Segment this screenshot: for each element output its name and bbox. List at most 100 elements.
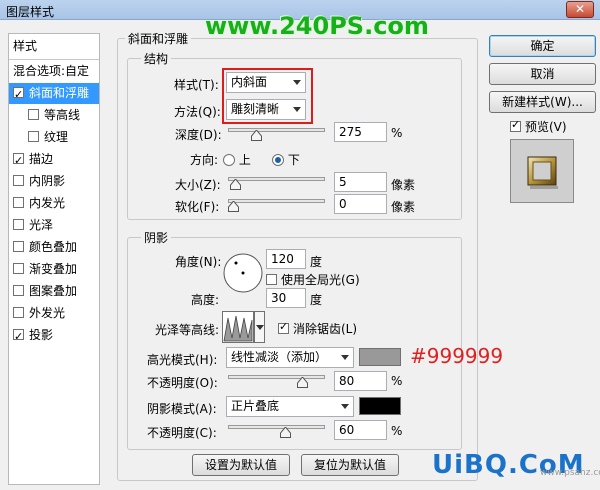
style-item[interactable]: 纹理: [9, 127, 99, 148]
direction-up-label: 上: [238, 153, 251, 167]
technique-select[interactable]: 雕刻清晰: [226, 99, 306, 120]
chevron-down-icon: [293, 107, 301, 112]
angle-field[interactable]: 120: [266, 249, 306, 269]
divider: [9, 59, 99, 60]
antialias-option[interactable]: 消除锯齿(L): [278, 320, 357, 337]
chevron-down-icon: [293, 80, 301, 85]
shadow-opacity-unit: %: [391, 424, 403, 438]
window-title: 图层样式: [6, 5, 55, 19]
direction-up-radio[interactable]: [223, 154, 235, 166]
direction-down-label: 下: [287, 153, 300, 167]
shadow-opacity-field[interactable]: 60: [334, 420, 387, 440]
watermark-text: www.240PS.com: [205, 12, 429, 40]
preview-checkbox[interactable]: [510, 118, 521, 132]
highlight-opacity-slider[interactable]: [228, 375, 325, 379]
style-item-checkbox[interactable]: [28, 109, 39, 120]
size-slider-thumb[interactable]: [229, 179, 241, 190]
style-item[interactable]: 斜面和浮雕: [9, 83, 99, 105]
style-item-label: 外发光: [29, 306, 66, 320]
style-item-checkbox[interactable]: [13, 307, 24, 318]
style-item[interactable]: 投影: [9, 325, 99, 347]
style-item-checkbox[interactable]: [13, 241, 24, 252]
style-item[interactable]: 等高线: [9, 105, 99, 126]
shadow-opacity-slider[interactable]: [228, 425, 325, 429]
style-item-checkbox[interactable]: [13, 326, 24, 347]
global-light-checkbox[interactable]: [266, 274, 277, 285]
new-style-button[interactable]: 新建样式(W)...: [489, 91, 596, 113]
soften-field[interactable]: 0: [334, 194, 387, 214]
style-item-checkbox[interactable]: [13, 263, 24, 274]
style-item[interactable]: 颜色叠加: [9, 237, 99, 258]
style-item-label: 投影: [29, 328, 54, 342]
highlight-mode-label: 高光模式(H):: [147, 353, 218, 367]
direction-up-option[interactable]: 上: [223, 151, 251, 168]
style-item-checkbox[interactable]: [13, 285, 24, 296]
contour-curve-icon: [223, 315, 253, 342]
styles-header[interactable]: 样式: [9, 36, 99, 57]
depth-unit: %: [391, 126, 403, 140]
altitude-label: 高度:: [191, 293, 220, 307]
ok-button[interactable]: 确定: [489, 35, 596, 57]
chevron-down-icon: [341, 355, 349, 360]
size-field[interactable]: 5: [334, 172, 387, 192]
technique-label: 方法(Q):: [174, 105, 221, 119]
gloss-contour-picker[interactable]: [222, 311, 254, 343]
style-item-checkbox[interactable]: [13, 219, 24, 230]
shadow-opacity-thumb[interactable]: [279, 427, 291, 438]
style-item-checkbox[interactable]: [13, 84, 24, 105]
highlight-opacity-field[interactable]: 80: [334, 371, 387, 391]
style-item-checkbox[interactable]: [13, 197, 24, 208]
angle-unit: 度: [310, 255, 323, 269]
soften-slider[interactable]: [228, 199, 325, 203]
shadow-mode-value: 正片叠底: [231, 399, 280, 413]
highlight-mode-value: 线性减淡（添加）: [231, 350, 328, 364]
highlight-opacity-thumb[interactable]: [296, 377, 308, 388]
altitude-field[interactable]: 30: [266, 288, 306, 308]
soften-label: 软化(F):: [175, 200, 220, 214]
size-slider[interactable]: [228, 177, 325, 181]
cancel-button[interactable]: 取消: [489, 63, 596, 85]
preview-swatch-graphic: [527, 156, 558, 189]
style-item-checkbox[interactable]: [13, 150, 24, 171]
preview-option[interactable]: 预览(V): [510, 118, 567, 135]
style-item[interactable]: 图案叠加: [9, 281, 99, 302]
direction-down-option[interactable]: 下: [272, 151, 300, 168]
gloss-contour-dropdown[interactable]: [254, 311, 265, 343]
blend-options-item[interactable]: 混合选项:自定: [9, 61, 99, 82]
style-item[interactable]: 描边: [9, 149, 99, 171]
style-preview-thumbnail: [510, 139, 574, 203]
style-item[interactable]: 外发光: [9, 303, 99, 324]
soften-slider-thumb[interactable]: [228, 201, 239, 212]
style-label: 样式(T):: [174, 78, 219, 92]
direction-down-radio[interactable]: [272, 154, 284, 166]
depth-slider[interactable]: [228, 128, 325, 132]
style-item-label: 内阴影: [29, 174, 66, 188]
shadow-mode-select[interactable]: 正片叠底: [226, 396, 354, 417]
style-select[interactable]: 内斜面: [226, 72, 306, 93]
style-item-checkbox[interactable]: [28, 131, 39, 142]
depth-slider-thumb[interactable]: [251, 130, 263, 141]
highlight-color-swatch[interactable]: [359, 348, 401, 366]
style-item[interactable]: 光泽: [9, 215, 99, 236]
angle-label: 角度(N):: [175, 255, 222, 269]
direction-label: 方向:: [190, 153, 219, 167]
make-default-button[interactable]: 设置为默认值: [192, 454, 290, 476]
style-item[interactable]: 内发光: [9, 193, 99, 214]
depth-field[interactable]: 275: [334, 122, 387, 142]
style-item[interactable]: 内阴影: [9, 171, 99, 192]
reset-default-button[interactable]: 复位为默认值: [301, 454, 399, 476]
global-light-option[interactable]: 使用全局光(G): [266, 271, 360, 288]
style-item-label: 等高线: [44, 108, 81, 122]
style-item-checkbox[interactable]: [13, 175, 24, 186]
antialias-checkbox[interactable]: [278, 320, 289, 334]
style-item-label: 光泽: [29, 218, 54, 232]
angle-dial[interactable]: [222, 252, 264, 294]
close-button[interactable]: ✕: [566, 1, 594, 18]
highlight-mode-select[interactable]: 线性减淡（添加）: [226, 347, 354, 368]
style-item[interactable]: 渐变叠加: [9, 259, 99, 280]
style-item-label: 斜面和浮雕: [29, 86, 90, 100]
site-logo-small: www.psahz.com: [540, 468, 600, 478]
technique-value: 雕刻清晰: [231, 102, 280, 116]
shadow-color-swatch[interactable]: [359, 397, 401, 415]
style-item-label: 纹理: [44, 130, 69, 144]
